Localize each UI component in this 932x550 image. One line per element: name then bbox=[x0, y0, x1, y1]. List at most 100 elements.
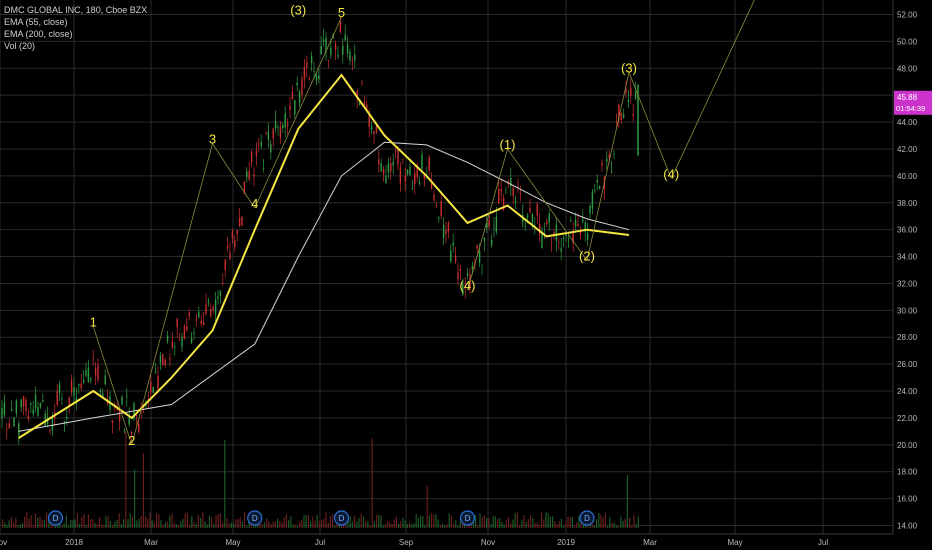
candle-body bbox=[178, 339, 181, 341]
wave-label: 1 bbox=[90, 314, 97, 329]
ema200-legend[interactable]: EMA (200, close) bbox=[4, 28, 147, 40]
volume-bar bbox=[283, 517, 285, 528]
y-tick-label: 32.00 bbox=[897, 279, 918, 288]
volume-bar bbox=[103, 525, 105, 528]
candle-body bbox=[116, 409, 118, 411]
volume-bar bbox=[483, 515, 485, 528]
volume-bar bbox=[226, 518, 228, 528]
volume-bar bbox=[222, 522, 224, 528]
volume-bar bbox=[118, 513, 120, 528]
candle-body bbox=[414, 173, 416, 185]
volume-bar bbox=[413, 523, 415, 528]
candle-body bbox=[260, 141, 262, 147]
volume-bar bbox=[10, 516, 12, 528]
candle-body bbox=[181, 336, 183, 347]
candle-body bbox=[306, 62, 308, 68]
y-tick-label: 42.00 bbox=[897, 145, 918, 154]
candle-body bbox=[183, 325, 186, 339]
volume-bar bbox=[30, 515, 32, 528]
volume-bar bbox=[499, 518, 501, 528]
candle-body bbox=[512, 187, 514, 196]
volume-bar bbox=[299, 521, 301, 528]
volume-bar bbox=[398, 523, 400, 528]
y-tick-label: 44.00 bbox=[897, 118, 918, 127]
candle-body bbox=[1, 407, 3, 419]
volume-bar bbox=[246, 525, 248, 528]
volume-bar bbox=[433, 514, 435, 528]
candle-body bbox=[601, 163, 603, 166]
candle-body bbox=[49, 430, 51, 432]
candle-body bbox=[73, 387, 75, 397]
volume-bar bbox=[81, 516, 83, 528]
volume-bar bbox=[508, 517, 510, 528]
candle-body bbox=[248, 170, 250, 180]
volume-bar bbox=[510, 523, 512, 528]
candle-body bbox=[498, 188, 500, 203]
volume-bar bbox=[486, 517, 488, 528]
volume-bar bbox=[598, 512, 600, 528]
volume-bar bbox=[178, 525, 180, 528]
volume-bar bbox=[288, 520, 290, 528]
volume-bar bbox=[620, 516, 622, 528]
volume-bar bbox=[442, 524, 444, 528]
volume-bar bbox=[365, 521, 367, 528]
volume-bar bbox=[514, 512, 516, 528]
volume-bar bbox=[549, 516, 551, 528]
volume-bar bbox=[354, 516, 356, 528]
candle-body bbox=[378, 159, 380, 165]
volume-bar bbox=[182, 519, 184, 528]
x-tick-label: Mar bbox=[643, 538, 657, 547]
candle-body bbox=[447, 222, 450, 232]
ema55-legend[interactable]: EMA (55, close) bbox=[4, 16, 147, 28]
volume-bar bbox=[107, 515, 109, 528]
candle-body bbox=[176, 319, 178, 328]
volume-bar bbox=[142, 453, 144, 528]
volume-bar bbox=[453, 524, 455, 528]
candle-body bbox=[205, 304, 207, 315]
volume-bar bbox=[446, 524, 448, 528]
candle-body bbox=[303, 67, 306, 80]
candle-body bbox=[284, 113, 286, 128]
candle-body bbox=[505, 192, 507, 194]
volume-bar bbox=[312, 516, 314, 528]
candle-body bbox=[298, 91, 301, 103]
candle-body bbox=[562, 238, 565, 240]
volume-bar bbox=[76, 513, 78, 528]
symbol-title[interactable]: DMC GLOBAL INC, 180, Cboe BZX bbox=[4, 4, 147, 16]
volume-bar bbox=[219, 513, 221, 528]
candle-body bbox=[44, 413, 46, 426]
candle-body bbox=[397, 150, 399, 164]
candle-body bbox=[99, 389, 102, 392]
wave-label: 4 bbox=[251, 196, 258, 211]
volume-bar bbox=[327, 522, 329, 528]
volume-bar bbox=[622, 520, 624, 528]
volume-bar bbox=[147, 518, 149, 528]
candle-body bbox=[68, 397, 70, 405]
candle-body bbox=[440, 201, 442, 217]
volume-bar bbox=[411, 524, 413, 528]
candle-body bbox=[30, 403, 32, 405]
volume-bar bbox=[279, 520, 281, 528]
volume-bar bbox=[167, 521, 169, 528]
candle-body bbox=[70, 379, 73, 393]
wave-label: (1) bbox=[500, 137, 516, 152]
dividend-label: D bbox=[252, 514, 258, 523]
candle-body bbox=[118, 409, 121, 422]
candle-body bbox=[606, 158, 608, 162]
volume-bar bbox=[197, 514, 199, 528]
volume-legend[interactable]: Vol (20) bbox=[4, 40, 147, 52]
candle-body bbox=[558, 241, 560, 243]
y-tick-label: 22.00 bbox=[897, 414, 918, 423]
volume-bar bbox=[450, 515, 452, 528]
volume-bar bbox=[609, 517, 611, 528]
candle-body bbox=[344, 34, 346, 41]
candle-body bbox=[164, 360, 166, 365]
volume-bar bbox=[523, 515, 525, 528]
volume-bar bbox=[131, 517, 133, 528]
candle-body bbox=[150, 381, 152, 393]
volume-bar bbox=[136, 520, 138, 528]
volume-bar bbox=[633, 515, 635, 528]
volume-bar bbox=[127, 519, 129, 528]
candle-body bbox=[66, 416, 68, 419]
price-chart[interactable]: 14.00 16.00 18.00 20.00 22.00 24.00 26.00 28.00… bbox=[0, 0, 932, 550]
